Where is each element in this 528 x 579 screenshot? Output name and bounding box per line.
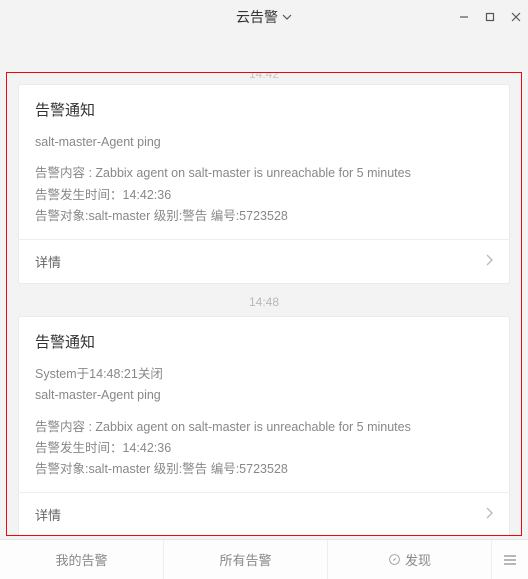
window-controls: [458, 0, 522, 34]
timestamp-separator: 14:42: [7, 72, 521, 81]
alert-target: 告警对象:salt-master 级别:警告 编号:5723528: [35, 206, 493, 227]
tab-label: 发现: [405, 550, 431, 569]
app-title: 云告警: [236, 7, 278, 27]
alert-card: 告警通知 System于14:48:21关闭 salt-master-Agent…: [19, 317, 509, 536]
timestamp-separator: 14:48: [7, 295, 521, 309]
details-button[interactable]: 详情: [19, 239, 509, 283]
chevron-down-icon: [282, 14, 292, 20]
menu-icon: [503, 554, 517, 566]
card-body: 告警通知 System于14:48:21关闭 salt-master-Agent…: [19, 317, 509, 492]
alert-closed-line: System于14:48:21关闭: [35, 364, 493, 385]
tab-my-alerts[interactable]: 我的告警: [0, 540, 164, 579]
alert-time: 告警发生时间：14:42:36: [35, 185, 493, 206]
chevron-right-icon: [485, 507, 493, 522]
tab-label: 所有告警: [219, 550, 271, 569]
minimize-button[interactable]: [458, 11, 470, 23]
tab-label: 我的告警: [55, 550, 107, 569]
chevron-right-icon: [485, 254, 493, 269]
alert-content: 告警内容 : Zabbix agent on salt-master is un…: [35, 163, 493, 184]
compass-icon: [388, 553, 401, 566]
card-title: 告警通知: [35, 99, 493, 120]
menu-button[interactable]: [492, 540, 528, 579]
card-body: 告警通知 salt-master-Agent ping 告警内容 : Zabbi…: [19, 85, 509, 239]
alert-card: 告警通知 salt-master-Agent ping 告警内容 : Zabbi…: [19, 85, 509, 283]
alert-target: 告警对象:salt-master 级别:警告 编号:5723528: [35, 459, 493, 480]
details-button[interactable]: 详情: [19, 492, 509, 536]
alert-subtitle: salt-master-Agent ping: [35, 385, 493, 406]
highlight-frame: 14:42 告警通知 salt-master-Agent ping 告警内容 :…: [6, 72, 522, 536]
details-label: 详情: [35, 505, 61, 524]
alert-content: 告警内容 : Zabbix agent on salt-master is un…: [35, 417, 493, 438]
close-button[interactable]: [510, 11, 522, 23]
alert-subtitle: salt-master-Agent ping: [35, 132, 493, 153]
alert-time: 告警发生时间：14:42:36: [35, 438, 493, 459]
card-title: 告警通知: [35, 331, 493, 352]
title-dropdown[interactable]: 云告警: [236, 7, 292, 27]
maximize-button[interactable]: [484, 11, 496, 23]
window-header: 云告警: [0, 0, 528, 34]
tab-discover[interactable]: 发现: [328, 540, 492, 579]
tab-all-alerts[interactable]: 所有告警: [164, 540, 328, 579]
details-label: 详情: [35, 252, 61, 271]
bottom-tabs: 我的告警 所有告警 发现: [0, 539, 528, 579]
